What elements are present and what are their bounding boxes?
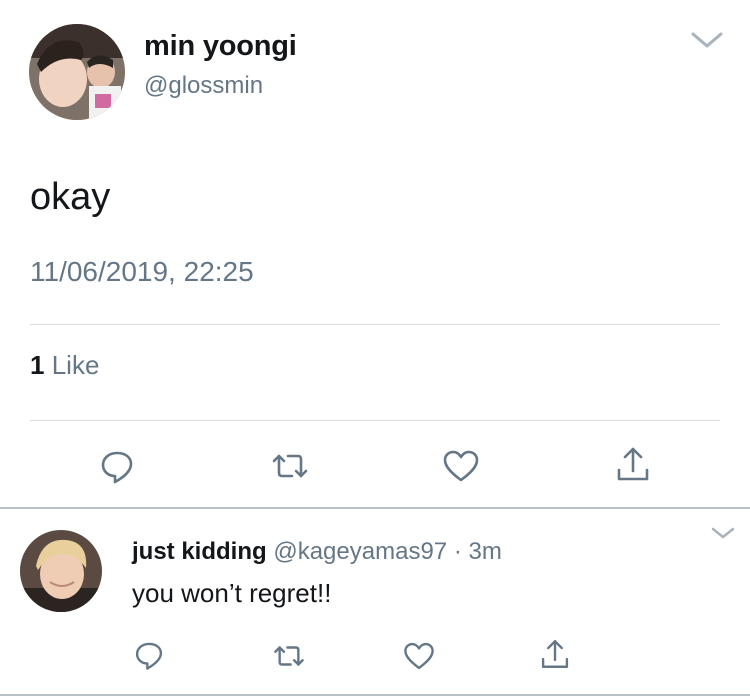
heart-icon[interactable] — [402, 639, 436, 673]
main-tweet-text: okay — [30, 176, 111, 218]
main-tweet-handle[interactable]: @glossmin — [144, 72, 263, 100]
retweet-icon[interactable] — [272, 639, 306, 673]
reply-separator: · — [453, 538, 462, 565]
share-icon[interactable] — [538, 637, 572, 671]
likes-summary[interactable]: 1 Like — [30, 350, 99, 381]
divider — [0, 507, 750, 509]
main-tweet-avatar[interactable] — [29, 24, 125, 120]
reply-display-name[interactable]: just kidding — [132, 538, 267, 565]
retweet-icon[interactable] — [270, 446, 310, 486]
main-tweet-timestamp[interactable]: 11/06/2019, 22:25 — [30, 256, 254, 288]
chevron-down-icon[interactable] — [710, 525, 736, 541]
main-tweet-display-name[interactable]: min yoongi — [144, 30, 297, 63]
reply-age[interactable]: 3m — [468, 538, 501, 565]
avatar-photo-icon — [20, 530, 102, 612]
reply-handle[interactable]: @kageyamas97 — [273, 538, 447, 565]
likes-label: Like — [51, 350, 100, 380]
divider — [30, 324, 720, 325]
share-icon[interactable] — [613, 444, 653, 484]
heart-icon[interactable] — [441, 446, 481, 486]
avatar-photo-icon — [29, 24, 125, 120]
divider — [0, 694, 750, 696]
reply-avatar[interactable] — [20, 530, 102, 612]
likes-count: 1 — [30, 350, 45, 380]
chevron-down-icon[interactable] — [690, 30, 724, 50]
reply-icon[interactable] — [132, 638, 166, 672]
reply-text: you won’t regret!! — [132, 578, 332, 608]
divider — [30, 420, 720, 421]
reply-icon[interactable] — [97, 446, 137, 486]
reply-header: just kidding @kageyamas97 · 3m — [132, 538, 502, 566]
